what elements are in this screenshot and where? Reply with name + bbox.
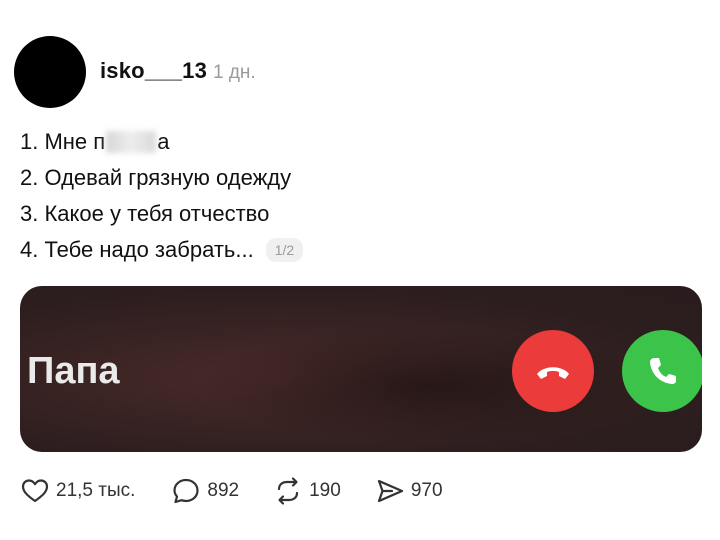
post-line-2: 2. Одевай грязную одежду <box>20 160 303 196</box>
post-time: 1 дн. <box>213 62 256 83</box>
username[interactable]: isko___13 <box>100 58 207 84</box>
comment-icon <box>173 478 200 504</box>
post: isko___13 1 дн. 1. Мне п а 2. Одевай гряз… <box>0 0 720 540</box>
post-line-3-text: 3. Какое у тебя отчество <box>20 201 270 226</box>
share-count: 970 <box>410 480 443 501</box>
blurred-word <box>106 131 157 153</box>
action-bar: 21,5 тыс. 892 190 970 <box>20 474 443 508</box>
post-line-1-end: а <box>157 129 170 154</box>
hang-up-icon <box>537 367 569 379</box>
post-text: 1. Мне п а 2. Одевай грязную одежду 3. Ка… <box>20 124 304 268</box>
comment-button[interactable]: 892 <box>171 476 239 506</box>
post-line-1-start: 1. Мне п <box>20 129 106 154</box>
post-line-1: 1. Мне п а <box>20 124 303 160</box>
post-line-4-text[interactable]: 4. Тебе надо забрать... <box>20 232 254 268</box>
post-line-3: 3. Какое у тебя отчество <box>20 196 303 232</box>
like-button[interactable]: 21,5 тыс. <box>20 476 135 506</box>
repost-button[interactable]: 190 <box>273 476 341 506</box>
comment-count: 892 <box>207 480 240 501</box>
decline-call-button <box>512 330 594 412</box>
caller-name: Папа <box>27 350 120 392</box>
author-line: isko___13 1 дн. <box>100 58 256 84</box>
phone-icon <box>650 358 676 384</box>
send-icon <box>377 479 403 503</box>
heart-icon <box>21 479 49 503</box>
repost-count: 190 <box>309 480 341 501</box>
share-button[interactable]: 970 <box>375 476 443 506</box>
video-card[interactable]: Папа <box>20 286 702 452</box>
accept-call-button <box>622 330 702 412</box>
post-line-4: 4. Тебе надо забрать... 1/2 <box>20 232 304 268</box>
repost-icon <box>278 477 299 505</box>
post-line-2-text: 2. Одевай грязную одежду <box>20 165 292 190</box>
like-count: 21,5 тыс. <box>56 480 136 501</box>
avatar[interactable] <box>14 36 86 108</box>
page-indicator: 1/2 <box>265 238 304 262</box>
